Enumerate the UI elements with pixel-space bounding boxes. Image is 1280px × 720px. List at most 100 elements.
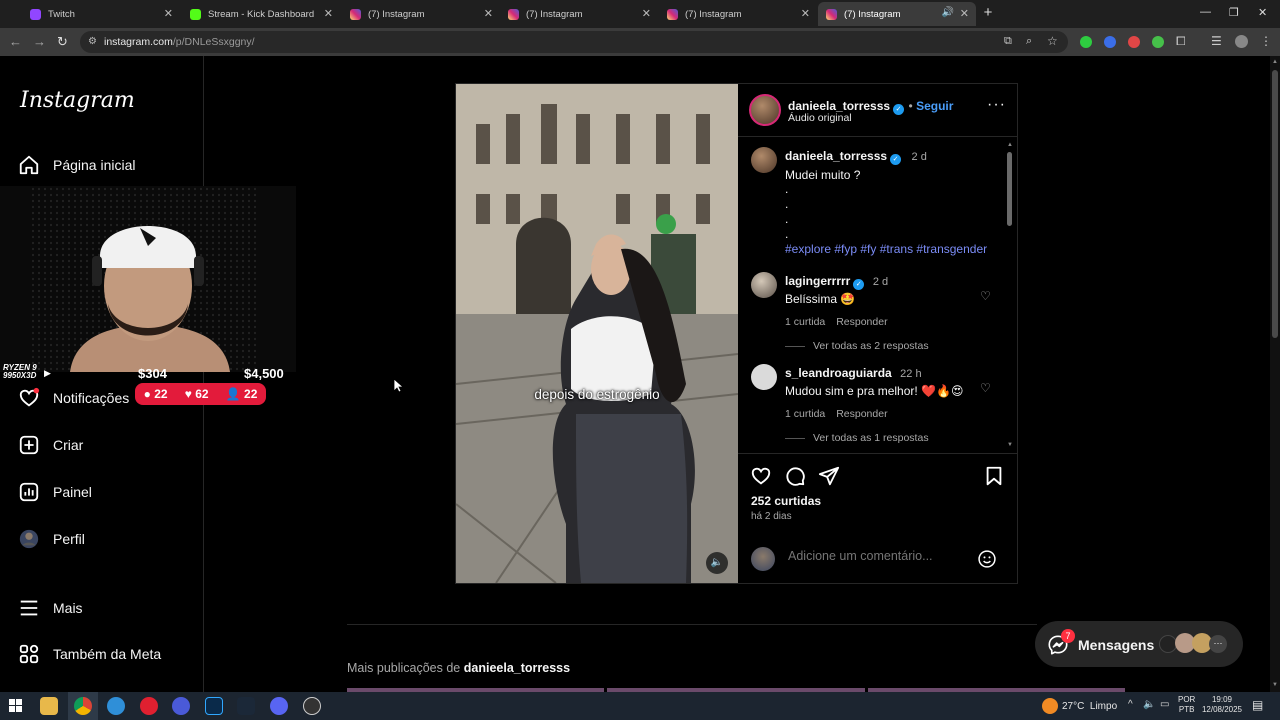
comment-like-heart-icon[interactable]: ♡ <box>980 289 991 303</box>
puzzle-icon[interactable]: ⧠ <box>1176 34 1186 49</box>
browser-tab-instagram[interactable]: (7) Instagram ✕ <box>659 2 817 26</box>
caption-username[interactable]: danieela_torresss <box>785 149 887 163</box>
scroll-up-icon[interactable]: ▲ <box>1007 142 1013 148</box>
close-icon[interactable]: ✕ <box>324 7 333 20</box>
save-bookmark-icon[interactable] <box>983 465 1005 487</box>
follow-button[interactable]: Seguir <box>916 99 953 113</box>
discord-icon[interactable] <box>270 697 288 715</box>
commenter-avatar[interactable] <box>751 364 777 390</box>
caption-author-avatar[interactable] <box>751 147 777 173</box>
like-heart-icon[interactable] <box>750 465 772 487</box>
instagram-logo[interactable]: Instagram <box>20 88 135 113</box>
page-scrollbar[interactable]: ▲ ▼ <box>1270 56 1280 692</box>
weather-icon[interactable] <box>1042 698 1058 714</box>
sidebar-item-dashboard[interactable]: Painel <box>18 481 92 503</box>
file-explorer-icon[interactable] <box>40 697 58 715</box>
comment-like-count[interactable]: 1 curtida <box>785 408 825 420</box>
network-icon[interactable]: ▭ <box>1160 699 1169 710</box>
comments-scrollbar[interactable]: ▲ ▼ <box>1006 142 1014 452</box>
bookmark-star-icon[interactable]: ☆ <box>1047 34 1058 48</box>
scrollbar-thumb[interactable] <box>1007 152 1012 226</box>
browser-tab-instagram[interactable]: (7) Instagram ✕ <box>500 2 658 26</box>
site-info-icon[interactable]: ⚙ <box>88 36 97 47</box>
extension-icon[interactable] <box>1128 36 1140 48</box>
view-replies[interactable]: Ver todas as 2 respostas <box>785 340 1005 352</box>
browser-tab-kick[interactable]: Stream - Kick Dashboard ✕ <box>182 2 340 26</box>
unmute-button[interactable]: 🔈 <box>706 552 728 574</box>
share-icon[interactable] <box>818 465 840 487</box>
comment-username[interactable]: s_leandroaguiarda <box>785 366 892 380</box>
restore-button[interactable]: ❐ <box>1229 6 1239 19</box>
new-tab-button[interactable]: + <box>980 5 996 21</box>
scroll-up-icon[interactable]: ▲ <box>1272 59 1278 65</box>
browser-tab-instagram[interactable]: (7) Instagram ✕ <box>342 2 500 26</box>
commenter-avatar[interactable] <box>751 272 777 298</box>
comment-like-heart-icon[interactable]: ♡ <box>980 381 991 395</box>
messages-button[interactable]: 7 Mensagens ··· <box>1035 621 1243 667</box>
close-icon[interactable]: ✕ <box>164 7 173 20</box>
weather-text[interactable]: 27°C Limpo <box>1062 701 1117 712</box>
post-video[interactable]: depois do estrogênio 🔈 <box>456 84 738 583</box>
photoshop-icon[interactable] <box>205 697 223 715</box>
clock[interactable]: 19:09 12/08/2025 <box>1200 695 1244 715</box>
emoji-icon[interactable] <box>977 549 997 569</box>
chrome-icon[interactable] <box>74 697 92 715</box>
post-header: danieela_torresss ✓ • Seguir Áudio origin… <box>738 84 1017 137</box>
obs-icon[interactable] <box>303 697 321 715</box>
notifications-center-icon[interactable]: ▤ <box>1252 698 1263 712</box>
sidebar-item-create[interactable]: Criar <box>18 434 83 456</box>
scroll-down-icon[interactable]: ▼ <box>1272 682 1278 688</box>
speaker-tray-icon[interactable]: 🔈 <box>1143 699 1155 710</box>
minimize-button[interactable]: — <box>1200 6 1211 18</box>
reply-button[interactable]: Responder <box>836 408 887 420</box>
caption-hashtags[interactable]: #explore #fyp #fy #trans #transgender <box>785 242 987 256</box>
comment-like-count[interactable]: 1 curtida <box>785 316 825 328</box>
close-icon[interactable]: ✕ <box>801 7 810 20</box>
opera-icon[interactable] <box>140 697 158 715</box>
browser-tab-instagram-active[interactable]: (7) Instagram 🔊 ✕ <box>818 2 976 26</box>
address-bar[interactable]: ⚙ instagram.com/p/DNLeSsxggny/ ⧉ ⌕ ☆ <box>80 31 1068 53</box>
browser-tab-twitch[interactable]: Twitch ✕ <box>22 2 180 26</box>
window-close-button[interactable]: ✕ <box>1258 6 1267 19</box>
sidebar-item-more[interactable]: Mais <box>18 597 83 619</box>
author-username[interactable]: danieela_torresss <box>788 99 890 113</box>
extension-icon[interactable] <box>1152 36 1164 48</box>
language-indicator[interactable]: POR PTB <box>1178 695 1195 715</box>
tray-chevron-icon[interactable]: ^ <box>1128 699 1133 710</box>
sidebar-item-also-from-meta[interactable]: Também da Meta <box>18 643 161 665</box>
profile-avatar[interactable] <box>1235 35 1248 48</box>
more-menu-icon[interactable]: ⋮ <box>1260 34 1272 48</box>
speaker-icon[interactable]: 🔊 <box>942 7 954 18</box>
close-icon[interactable]: ✕ <box>484 7 493 20</box>
more-posts-username[interactable]: danieela_torresss <box>464 661 570 675</box>
reload-icon[interactable]: ↻ <box>57 34 68 50</box>
close-icon[interactable]: ✕ <box>960 7 969 20</box>
close-icon[interactable]: ✕ <box>642 7 651 20</box>
media-icon[interactable]: ☰ <box>1211 34 1222 48</box>
scrollbar-thumb[interactable] <box>1272 70 1278 338</box>
author-avatar[interactable] <box>749 94 781 126</box>
comment-input[interactable] <box>788 549 968 563</box>
install-app-icon[interactable]: ⧉ <box>1004 35 1012 48</box>
like-count[interactable]: 252 curtidas <box>751 494 821 508</box>
sidebar-item-home[interactable]: Página inicial <box>18 154 136 176</box>
windows-start-icon[interactable] <box>9 699 23 713</box>
edge-icon[interactable] <box>107 697 125 715</box>
app-v-icon[interactable] <box>172 697 190 715</box>
forward-icon[interactable]: → <box>33 34 46 49</box>
scroll-down-icon[interactable]: ▼ <box>1007 442 1013 448</box>
sidebar-item-profile[interactable]: Perfil <box>18 528 85 550</box>
steam-icon[interactable] <box>237 697 255 715</box>
reply-button[interactable]: Responder <box>836 316 887 328</box>
zoom-icon[interactable]: ⌕ <box>1026 35 1032 48</box>
home-icon <box>19 155 39 175</box>
sidebar-item-notifications[interactable]: Notificações <box>18 387 129 409</box>
back-icon[interactable]: ← <box>9 34 22 49</box>
view-replies[interactable]: Ver todas as 1 respostas <box>785 432 1005 444</box>
extension-icon[interactable] <box>1080 36 1092 48</box>
comment-icon[interactable] <box>784 465 806 487</box>
more-options-icon[interactable]: ··· <box>987 96 1006 114</box>
extension-icon[interactable] <box>1104 36 1116 48</box>
audio-label[interactable]: Áudio original <box>788 112 852 124</box>
comment-username[interactable]: lagingerrrrr <box>785 274 850 288</box>
